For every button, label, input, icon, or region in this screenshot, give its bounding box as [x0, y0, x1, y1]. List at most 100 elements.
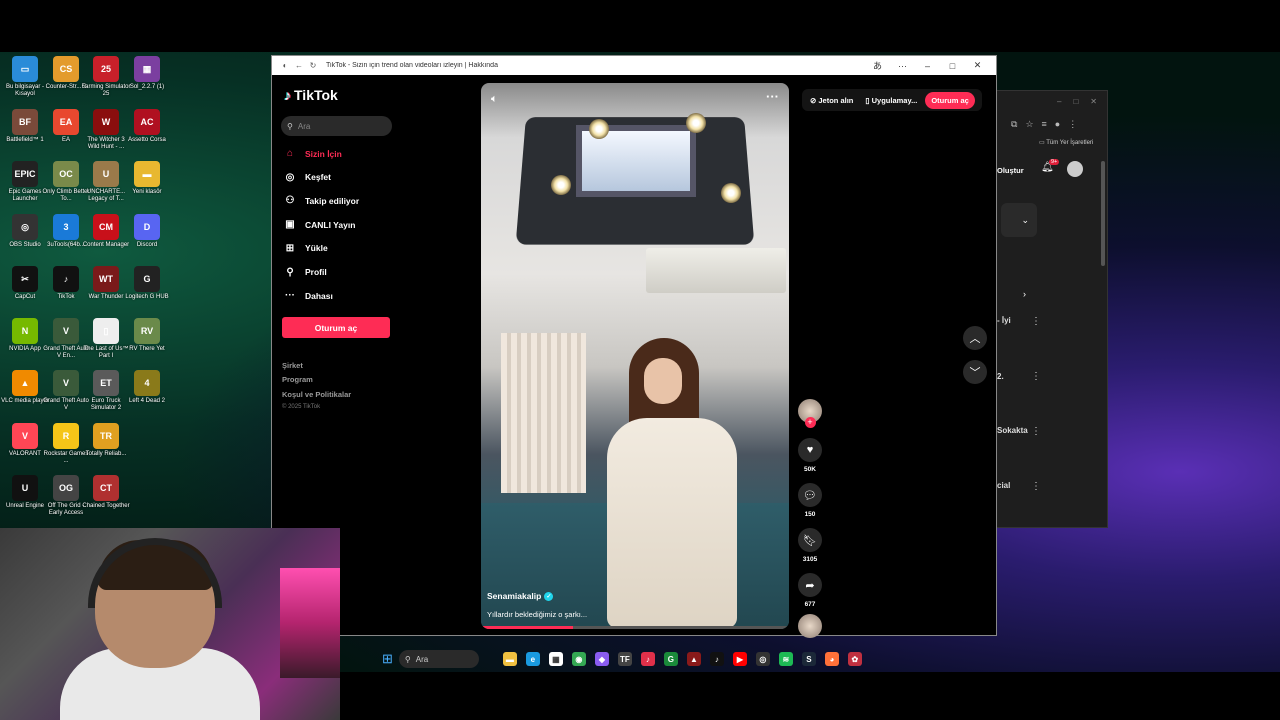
- taskbar-search[interactable]: ⚲ Ara: [398, 650, 479, 668]
- save-action[interactable]: 🔖︎ 3105: [797, 528, 823, 563]
- list-item[interactable]: Sokakta: [997, 426, 1028, 435]
- sidebar-item[interactable]: ··· Dahası: [283, 290, 333, 301]
- app-tf-icon[interactable]: TF: [617, 652, 632, 666]
- comment-action[interactable]: 💬︎ 150: [797, 483, 823, 518]
- chevron-right-icon[interactable]: ›: [1023, 289, 1026, 299]
- obs-icon[interactable]: ◎: [755, 652, 770, 666]
- list-item[interactable]: cial: [997, 481, 1010, 490]
- desktop-icon[interactable]: AC Assetto Corsa: [122, 109, 172, 144]
- footer-link-terms[interactable]: Koşul ve Politikalar: [282, 390, 351, 399]
- sidebar-item[interactable]: ⊞ Yükle: [283, 243, 328, 254]
- list-item[interactable]: 2.: [997, 372, 1004, 381]
- sidebar-item[interactable]: ⌂ Sizin İçin: [283, 148, 342, 159]
- get-app-button[interactable]: ▯ Uygulamay...: [861, 92, 921, 109]
- extensions-icon[interactable]: ⧉: [1011, 119, 1017, 130]
- minimize-button[interactable]: –: [915, 61, 940, 71]
- video-scene-face: [644, 358, 682, 404]
- search-input[interactable]: ⚲ Ara: [281, 116, 392, 136]
- maximize-button[interactable]: □: [940, 61, 965, 71]
- translate-icon[interactable]: あ: [865, 59, 890, 72]
- desktop-icon[interactable]: CT Chained Together: [81, 475, 131, 510]
- file-explorer-icon[interactable]: ▬: [502, 652, 517, 666]
- music-disc-avatar[interactable]: [798, 614, 822, 638]
- kebab-icon[interactable]: ⋮: [1031, 481, 1041, 492]
- app-icon: ◐: [282, 61, 288, 70]
- avatar[interactable]: [1067, 161, 1083, 177]
- app-icon: TR: [93, 423, 119, 449]
- tiktok-icon[interactable]: ♪: [709, 652, 724, 666]
- top-login-button[interactable]: Oturum aç: [925, 91, 975, 109]
- menu-icon[interactable]: ≡: [1042, 119, 1047, 130]
- video-progress-fill: [481, 626, 574, 629]
- desktop-icon[interactable]: TR Totally Reliab...: [81, 423, 131, 458]
- comment-icon[interactable]: 💬︎: [798, 483, 822, 507]
- get-coins-button[interactable]: ⊘ Jeton alın: [806, 92, 857, 109]
- app-purple-icon[interactable]: ◆: [594, 652, 609, 666]
- kebab-icon[interactable]: ⋮: [1031, 371, 1041, 382]
- more-options-icon[interactable]: ···: [766, 89, 779, 104]
- video-progress-bar[interactable]: [481, 626, 789, 629]
- desktop-icon-label: RV There Yet: [129, 346, 165, 352]
- share-action[interactable]: ➦ 677: [797, 573, 823, 608]
- close-button[interactable]: ✕: [965, 60, 990, 71]
- desktop-icon[interactable]: D Discord: [122, 214, 172, 249]
- edge-icon[interactable]: e: [525, 652, 540, 666]
- kebab-icon[interactable]: ⋮: [1031, 426, 1041, 437]
- video-author[interactable]: Senamiakalip ✓: [487, 591, 554, 601]
- like-action[interactable]: ♥ 50K: [797, 438, 823, 473]
- windows-start-icon[interactable]: ⊞: [382, 651, 393, 667]
- bookmark-icon[interactable]: 🔖︎: [798, 528, 822, 552]
- heart-icon[interactable]: ♥: [798, 438, 822, 462]
- sidebar-item[interactable]: ⚲ Profil: [283, 267, 326, 278]
- spotify-icon[interactable]: ≋: [778, 652, 793, 666]
- reload-icon[interactable]: ↻: [306, 61, 320, 70]
- volume-icon[interactable]: 🔈︎: [491, 93, 498, 106]
- title-bar[interactable]: ◐ ← ↻ TikTok - Sizin için trend olan vid…: [272, 56, 996, 75]
- sidebar-item[interactable]: ▣ CANLI Yayın: [283, 219, 355, 230]
- kebab-icon[interactable]: ⋮: [1031, 316, 1041, 327]
- app-misc-icon[interactable]: ✿: [847, 652, 862, 666]
- video-caption[interactable]: Yıllardır beklediğimiz o şarkı...: [487, 610, 587, 619]
- app-icon: V: [53, 318, 79, 344]
- app-icon: EA: [53, 109, 79, 135]
- footer-link-company[interactable]: Şirket: [282, 361, 303, 370]
- sidebar-item[interactable]: ⚇ Takip ediliyor: [283, 195, 360, 206]
- app-darkred-icon[interactable]: ▲: [686, 652, 701, 666]
- chevron-down-icon[interactable]: ⌄: [1001, 203, 1037, 237]
- desktop-icon-label: Logitech G HUB: [125, 294, 169, 300]
- youtube-icon[interactable]: ▶: [732, 652, 747, 666]
- chevron-up-icon[interactable]: ︿: [963, 326, 987, 350]
- back-icon[interactable]: ←: [292, 61, 306, 70]
- steam-icon[interactable]: S: [801, 652, 816, 666]
- video-player[interactable]: 🔈︎ ··· Senamiakalip ✓ Yıllardır beklediğ…: [481, 83, 789, 629]
- desktop-icon[interactable]: 4 Left 4 Dead 2: [122, 370, 172, 405]
- search-icon: ⚲: [287, 121, 293, 131]
- share-icon[interactable]: ➦: [798, 573, 822, 597]
- tiktok-logo[interactable]: ♪ TikTok: [284, 87, 338, 103]
- follow-plus-icon[interactable]: +: [804, 417, 816, 428]
- profile-icon[interactable]: ●: [1055, 119, 1060, 130]
- sidebar-item[interactable]: ◎ Keşfet: [283, 172, 331, 183]
- footer-link-program[interactable]: Program: [282, 375, 313, 384]
- list-item[interactable]: - İyi: [997, 316, 1011, 325]
- desktop-icon[interactable]: ▦ Sol_2.2.7 (1): [122, 56, 172, 91]
- desktop-icon[interactable]: RV RV There Yet: [122, 318, 172, 353]
- chevron-down-icon[interactable]: ﹀: [963, 360, 987, 384]
- store-icon[interactable]: ▦: [548, 652, 563, 666]
- bookmark-star-icon[interactable]: ☆: [1025, 119, 1033, 130]
- create-button[interactable]: Oluştur: [997, 166, 1024, 175]
- firefox-icon[interactable]: ◕: [824, 652, 839, 666]
- scrollbar[interactable]: [1101, 161, 1105, 266]
- desktop-icon[interactable]: ▬ Yeni klasör: [122, 161, 172, 196]
- app-red-icon[interactable]: ♪: [640, 652, 655, 666]
- chrome-icon[interactable]: ◉: [571, 652, 586, 666]
- kebab-icon[interactable]: ⋮: [1068, 119, 1077, 130]
- menu-dots-icon[interactable]: ···: [890, 61, 915, 71]
- background-browser-window[interactable]: – □ ✕ ⧉ ☆ ≡ ● ⋮ ▭ Tüm Yer İşaretleri Oluştur 🔔…: [996, 90, 1108, 528]
- verified-icon: ✓: [544, 591, 554, 601]
- desktop-icon[interactable]: G Logitech G HUB: [122, 266, 172, 301]
- login-button[interactable]: Oturum aç: [282, 317, 390, 338]
- app-green-icon[interactable]: G: [663, 652, 678, 666]
- bookmarks-bar[interactable]: ▭ Tüm Yer İşaretleri: [1039, 139, 1093, 146]
- app-icon: V: [53, 370, 79, 396]
